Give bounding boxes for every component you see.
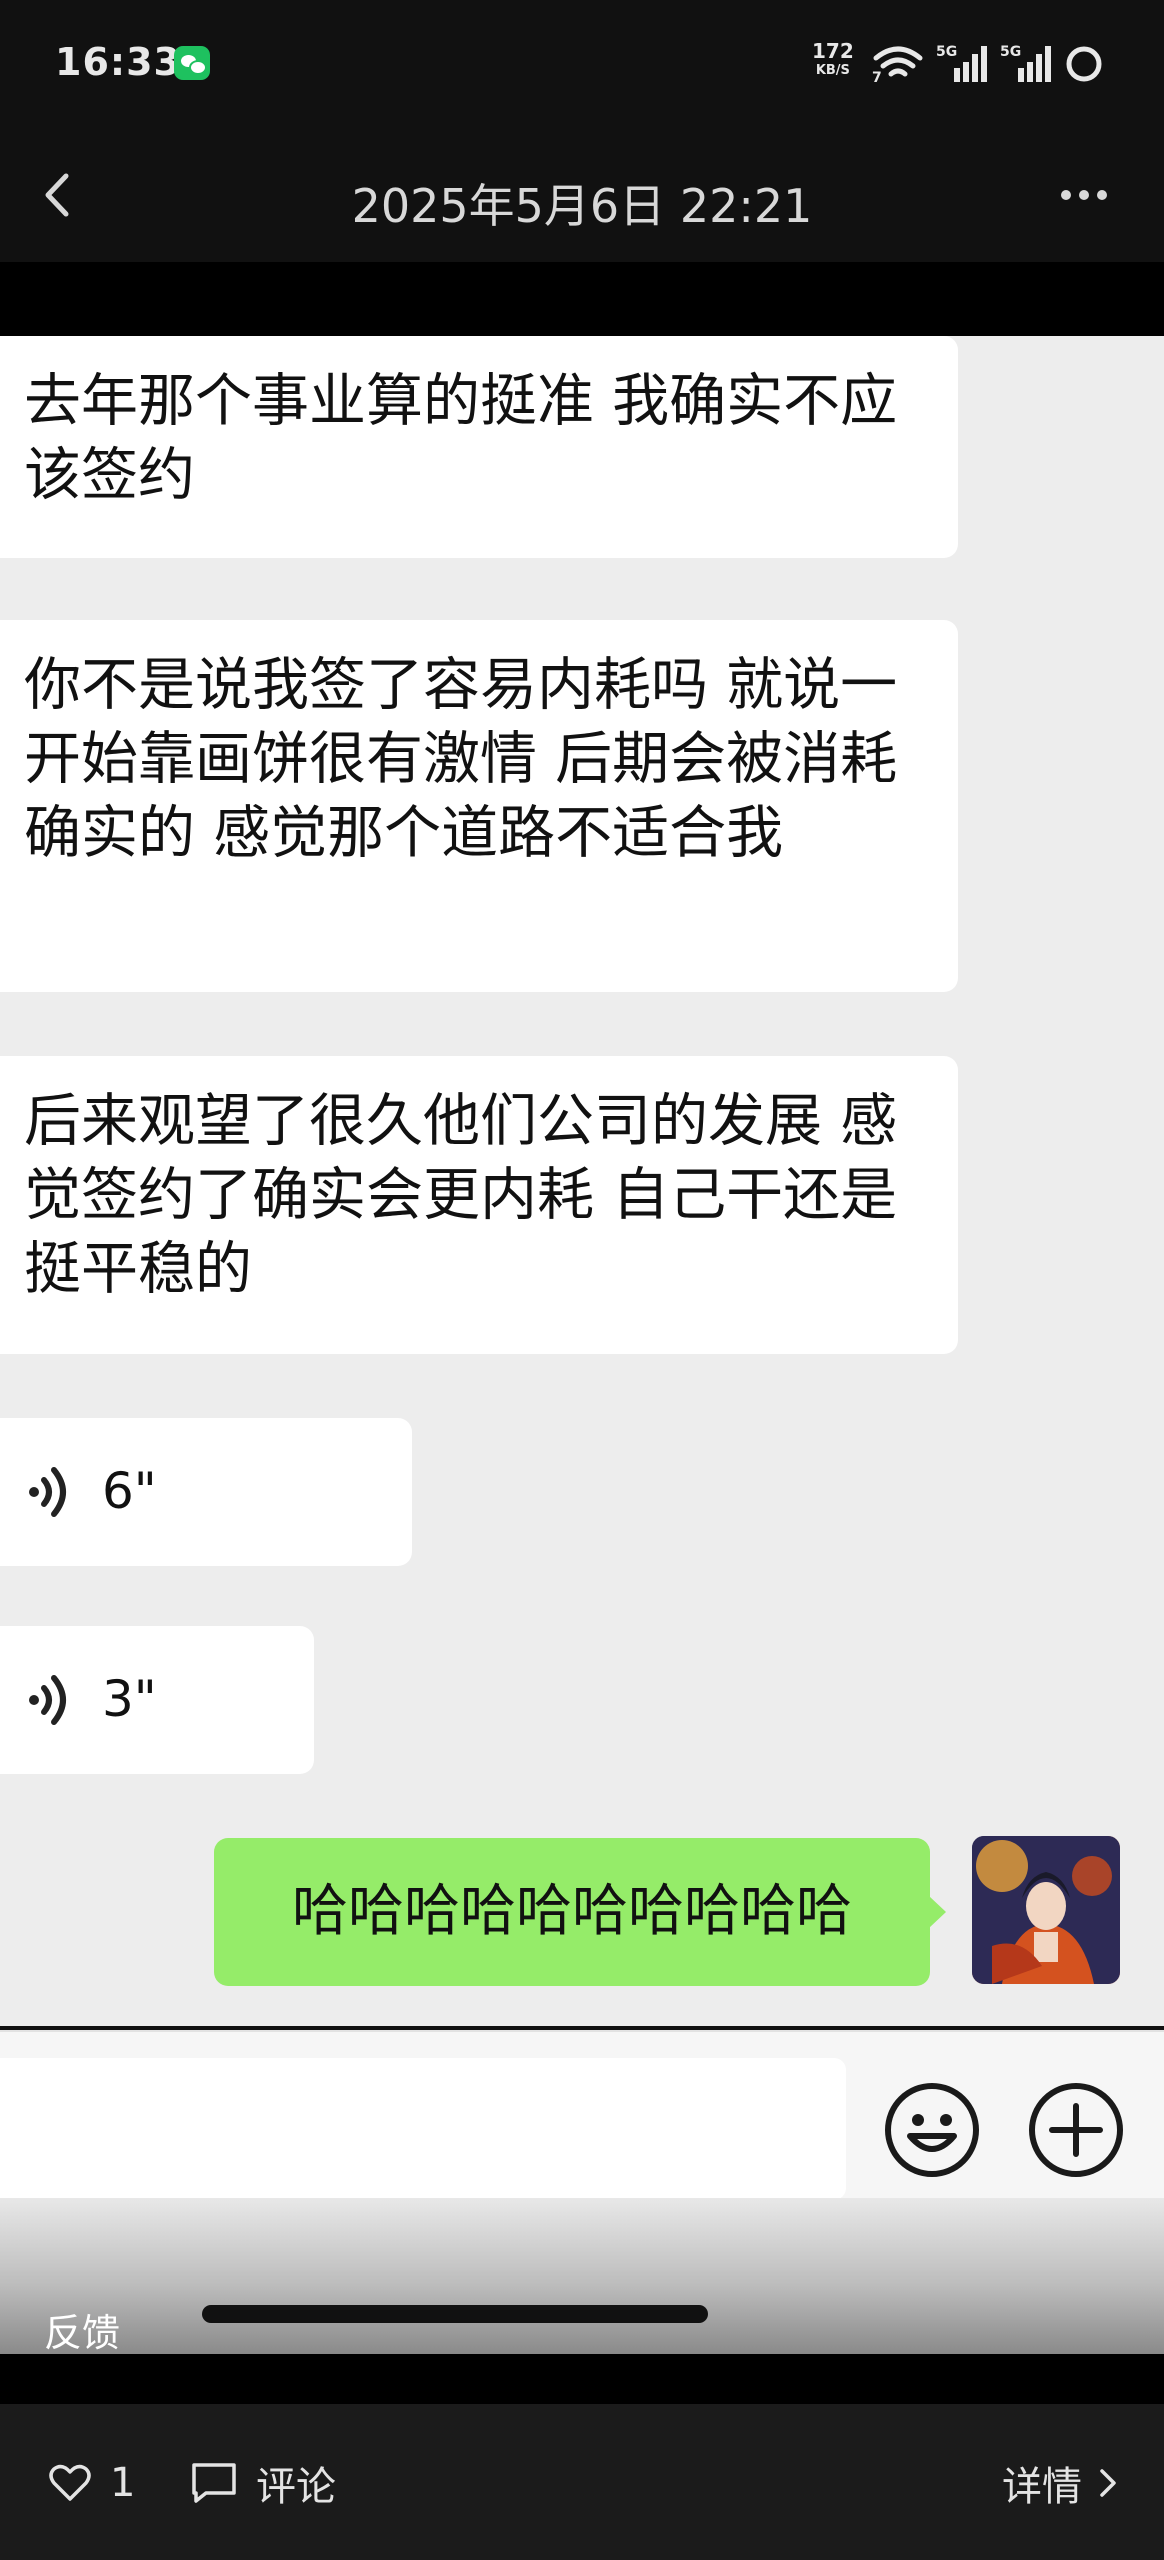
heart-icon <box>49 2464 91 2501</box>
message-bubble-right[interactable]: 哈哈哈哈哈哈哈哈哈哈 <box>214 1838 946 1986</box>
voice-wave-icon <box>29 1675 66 1725</box>
post-action-bar: 1 评论 详情 <box>0 2404 1164 2560</box>
message-bubble-left[interactable]: 你不是说我签了容易内耗吗 就说一开始靠画饼很有激情 后期会被消耗 确实的 感觉那… <box>0 620 958 992</box>
emoji-icon[interactable] <box>882 2080 982 2180</box>
plus-icon[interactable] <box>1026 2080 1126 2180</box>
avatar-image <box>972 1836 1120 1984</box>
more-options-icon[interactable] <box>1050 170 1130 220</box>
signal-label-2: 5G <box>1000 44 1021 60</box>
user-avatar[interactable] <box>972 1836 1120 1984</box>
voice-message-bubble[interactable]: 6" <box>0 1418 412 1566</box>
battery-icon <box>1066 46 1102 82</box>
chevron-right-icon <box>1100 2469 1116 2497</box>
status-bar: 16:33 172 KB/S 7 5G 5G <box>0 0 1164 130</box>
signal-bars-icon-2 <box>1018 46 1051 82</box>
like-button[interactable]: 1 <box>48 2458 135 2508</box>
divider-band <box>0 262 1164 336</box>
divider-band <box>0 2354 1164 2404</box>
home-indicator <box>202 2305 708 2323</box>
voice-duration: 3" <box>102 1670 157 1728</box>
message-bubble-left[interactable]: 后来观望了很久他们公司的发展 感觉签约了确实会更内耗 自己干还是挺平稳的 <box>0 1056 958 1354</box>
comment-icon <box>192 2463 236 2503</box>
voice-message-bubble[interactable]: 3" <box>0 1626 314 1774</box>
screenshot-fade <box>0 2198 1164 2354</box>
comment-label: 评论 <box>256 2464 336 2510</box>
wifi-icon <box>873 46 923 77</box>
feedback-label[interactable]: 反馈 <box>44 2302 120 2357</box>
status-time: 16:33 <box>55 40 181 84</box>
nav-bar: 2025年5月6日 22:21 <box>0 130 1164 262</box>
wifi-badge: 7 <box>872 70 882 86</box>
voice-duration: 6" <box>102 1462 157 1520</box>
signal-label-1: 5G <box>936 44 957 60</box>
voice-wave-icon <box>29 1467 66 1517</box>
message-bubble-left[interactable]: 去年那个事业算的挺准 我确实不应该签约 <box>0 336 958 558</box>
network-speed-value: 172 <box>812 39 854 63</box>
chat-area[interactable]: 去年那个事业算的挺准 我确实不应该签约 你不是说我签了容易内耗吗 就说一开始靠画… <box>0 336 1164 2026</box>
network-speed: 172 KB/S <box>812 39 854 80</box>
details-button[interactable]: 详情 <box>1002 2458 1120 2510</box>
wechat-notification-icon <box>174 46 210 80</box>
network-speed-unit: KB/S <box>815 63 850 78</box>
message-input[interactable] <box>0 2058 846 2200</box>
status-icons: 7 5G 5G <box>872 44 1102 86</box>
like-count: 1 <box>110 2460 136 2506</box>
signal-bars-icon <box>954 46 987 82</box>
details-label: 详情 <box>1002 2464 1082 2510</box>
comment-button[interactable]: 评论 <box>190 2458 336 2510</box>
input-bar <box>0 2030 1164 2200</box>
chat-timestamp-title: 2025年5月6日 22:21 <box>351 179 813 233</box>
